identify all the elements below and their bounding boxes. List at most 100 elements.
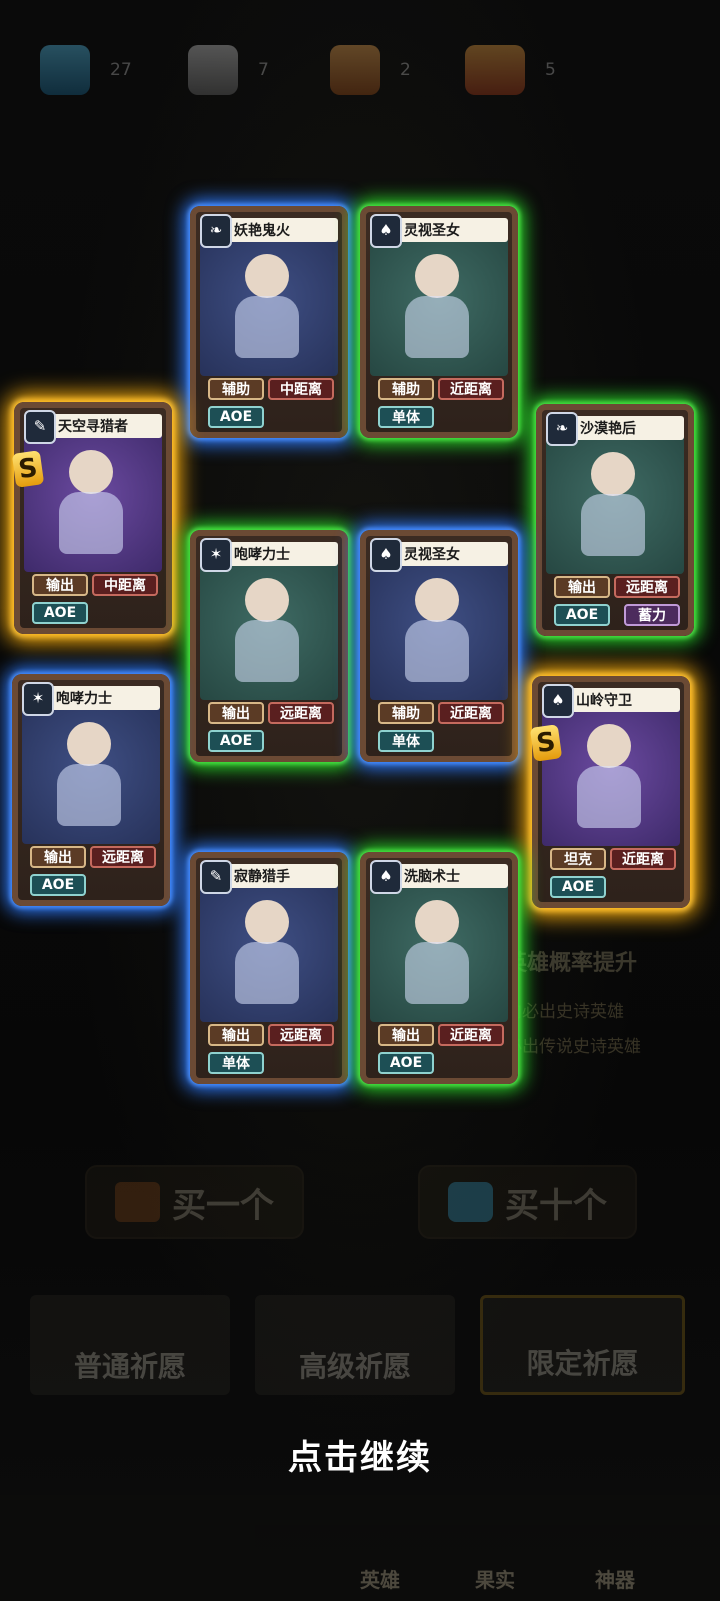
buy-one-label: 买一个 [172,1185,274,1226]
hero-area: AOE [554,604,610,626]
hero-card[interactable]: ♠ 灵视圣女 辅助 近距离 单体 [360,530,518,762]
claw-icon: ✶ [200,538,232,572]
banner-limited[interactable]: 限定祈愿 [480,1295,685,1395]
hero-range: 近距离 [438,702,504,724]
silver-key-count: 7 [258,60,269,80]
hero-range: 中距离 [268,378,334,400]
hero-area: AOE [378,1052,434,1074]
hero-head [69,450,113,494]
hero-role: 辅助 [378,702,434,724]
wing-icon: ❧ [546,412,578,446]
hero-portrait [370,882,508,1022]
banner-normal[interactable]: 普通祈愿 [30,1295,230,1395]
nav-artifacts[interactable]: 神器 [560,1564,670,1593]
gold-key-count: 2 [400,60,411,80]
drop-icon: ♠ [370,214,402,248]
nav-fruits[interactable]: 果实 [440,1564,550,1593]
hero-name: 天空寻猎者 [58,419,128,435]
banner-advanced[interactable]: 高级祈愿 [255,1295,455,1395]
hero-card[interactable]: ❧ 沙漠艳后 输出 远距离 AOE 蓄力 [536,404,694,636]
hero-extra: 蓄力 [624,604,680,626]
hero-head [67,722,111,766]
hero-card[interactable]: ✶ 咆哮力士 输出 远距离 AOE [190,530,348,762]
hero-role: 输出 [378,1024,434,1046]
buy-ten-button[interactable]: 买十个 [418,1165,637,1239]
hero-head [591,452,635,496]
hero-card[interactable]: ♠ 灵视圣女 辅助 近距离 单体 [360,206,518,438]
hero-area: 单体 [208,1052,264,1074]
hero-body [581,494,645,556]
hero-name: 洗脑术士 [404,869,460,885]
hero-role: 辅助 [378,378,434,400]
hero-role: 输出 [32,574,88,596]
hero-card[interactable]: ✶ 咆哮力士 输出 远距离 AOE [12,674,170,906]
hero-area: AOE [32,602,88,624]
wrench-icon: ✎ [24,410,56,444]
drop-icon: ♠ [370,860,402,894]
hero-card[interactable]: ♠ 山岭守卫 坦克 近距离 AOE S [529,676,690,908]
hero-portrait [546,434,684,574]
tap-to-continue[interactable]: 点击继续 [0,1430,720,1479]
rate-up-line-2: 必出传说史诗英雄 [505,1037,641,1057]
hero-body [405,620,469,682]
currency-silver-key: 7 [188,40,269,100]
claw-icon: ✶ [22,682,54,716]
hero-portrait [22,704,160,844]
currency-gold-key: 2 [330,40,411,100]
hero-area: 单体 [378,406,434,428]
hero-head [415,578,459,622]
hero-name: 沙漠艳后 [580,421,636,437]
hero-card[interactable]: ♠ 洗脑术士 输出 近距离 AOE [360,852,518,1084]
hero-name: 灵视圣女 [404,223,460,239]
hero-card[interactable]: ✎ 寂静猎手 输出 远距离 单体 [190,852,348,1084]
hero-area: AOE [550,876,606,898]
hero-head [587,724,631,768]
hero-area: AOE [30,874,86,896]
hero-head [245,254,289,298]
diamond-count: 27 [110,60,132,80]
hero-range: 中距离 [92,574,158,596]
hero-range: 近距离 [438,1024,504,1046]
hero-name: 山岭守卫 [576,693,632,709]
hero-role: 输出 [554,576,610,598]
rate-up-line-1: 内必出史诗英雄 [505,1002,624,1022]
hero-body [59,492,123,554]
diamond-plus-icon[interactable] [40,45,90,95]
hero-role: 坦克 [550,848,606,870]
hero-body [235,296,299,358]
hero-range: 远距离 [614,576,680,598]
gold-key-icon [330,45,380,95]
hero-name: 灵视圣女 [404,547,460,563]
hero-role: 输出 [208,702,264,724]
hero-role: 输出 [208,1024,264,1046]
bottom-nav: 英雄 果实 神器 [0,1495,720,1601]
hero-portrait [200,560,338,700]
hero-portrait [542,706,680,846]
buy-one-button[interactable]: 买一个 [85,1165,304,1239]
hero-portrait [200,882,338,1022]
hero-name: 寂静猎手 [234,869,290,885]
s-rank-badge: S [529,724,563,762]
hero-range: 远距离 [90,846,156,868]
hero-range: 近距离 [610,848,676,870]
hero-head [245,578,289,622]
currency-ticket: 5 [465,40,556,100]
hero-head [415,254,459,298]
drop-icon: ♠ [370,538,402,572]
hero-role: 辅助 [208,378,264,400]
wing-icon: ❧ [200,214,232,248]
hero-body [577,766,641,828]
banner-normal-label: 普通祈愿 [73,1350,186,1383]
diamond-icon [448,1182,493,1222]
ticket-count: 5 [545,60,556,80]
hero-range: 远距离 [268,702,334,724]
nav-heroes[interactable]: 英雄 [325,1564,435,1593]
hero-portrait [370,560,508,700]
hero-body [405,296,469,358]
hero-name: 妖艳鬼火 [234,223,290,239]
hero-area: AOE [208,406,264,428]
hero-card[interactable]: ❧ 妖艳鬼火 辅助 中距离 AOE [190,206,348,438]
hero-name: 咆哮力士 [56,691,112,707]
hero-card[interactable]: ✎ 天空寻猎者 输出 中距离 AOE S [11,402,172,634]
rate-up-title: 英雄概率提升 [505,951,638,976]
